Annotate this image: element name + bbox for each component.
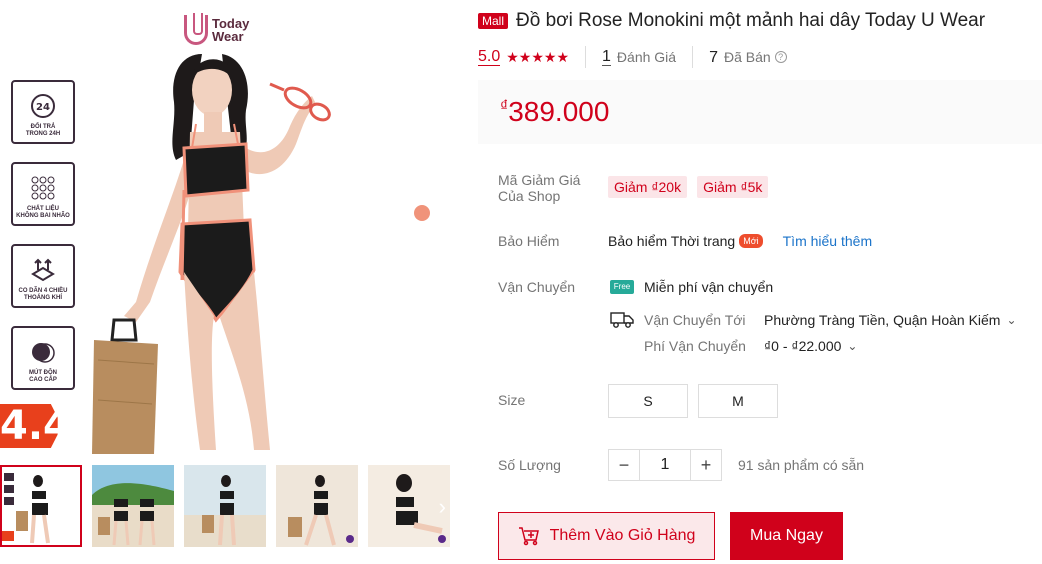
ship-fee-row: Phí Vận Chuyển ₫0 - ₫22.000 ⌄: [644, 338, 857, 354]
new-badge: Mới: [739, 234, 763, 248]
learn-more-link[interactable]: Tìm hiểu thêm: [783, 233, 872, 249]
ship-to-value[interactable]: Phường Tràng Tiền, Quận Hoàn Kiếm: [764, 312, 1000, 328]
badge-padding: MÚT ĐỘN CAO CẤP: [11, 326, 75, 390]
sold-label: Đã Bán: [723, 49, 771, 65]
ship-to-row: Vận Chuyển Tới Phường Tràng Tiền, Quận H…: [610, 311, 1017, 329]
price: ₫389.000: [500, 96, 610, 127]
free-shipping-icon: Free: [610, 280, 634, 294]
buy-now-button[interactable]: Mua Ngay: [730, 512, 843, 560]
main-product-image[interactable]: Today Wear 24 ĐỔI TRẢ TRONG 24H CHẤT LIỆ…: [0, 0, 450, 456]
reviews-label: Đánh Giá: [616, 49, 677, 65]
thumbnail-strip: ›: [0, 465, 450, 547]
thumbnail-3[interactable]: [184, 465, 266, 547]
product-title: Đồ bơi Rose Monokini một mảnh hai dây To…: [516, 10, 986, 31]
size-options: S M: [608, 384, 778, 418]
chevron-down-icon[interactable]: ⌄: [1006, 313, 1016, 327]
badge-stretch: CO DÃN 4 CHIỀU THOÁNG KHÍ: [11, 244, 75, 308]
promo-44-badge: 4.4: [0, 403, 71, 449]
title-row: Mall Đồ bơi Rose Monokini một mảnh hai d…: [478, 10, 985, 32]
size-option-m[interactable]: M: [698, 384, 778, 418]
price-box: ₫389.000: [478, 80, 1042, 144]
star-rating-icon: ★★★★★: [506, 48, 570, 65]
rating-value[interactable]: 5.0: [478, 48, 501, 66]
voucher-list: Giảm ₫20k Giảm ₫5k: [608, 176, 778, 198]
mall-badge: Mall: [478, 13, 509, 29]
fabric-texture-icon: [29, 174, 57, 202]
free-shipping-row: Free Miễn phí vận chuyển: [610, 279, 773, 295]
insurance-row: Bảo hiểm Thời trang Mới Tìm hiểu thêm: [608, 233, 872, 249]
free-shipping-text: Miễn phí vận chuyển: [644, 279, 774, 295]
size-label: Size: [498, 392, 526, 408]
stretch-arrows-icon: [29, 256, 57, 284]
badge-fabric: CHẤT LIỆU KHÔNG BAI NHÃO: [11, 162, 75, 226]
rating-row: 5.0 ★★★★★ 1 Đánh Giá 7 Đã Bán ?: [478, 46, 787, 68]
thumbnail-1[interactable]: [0, 465, 82, 547]
add-to-cart-button[interactable]: Thêm Vào Giỏ Hàng: [498, 512, 715, 560]
sold-count: 7: [709, 48, 718, 66]
quantity-input[interactable]: 1: [640, 449, 690, 481]
model-swimsuit-image: [92, 54, 331, 454]
insurance-name: Bảo hiểm Thời trang: [608, 233, 736, 249]
truck-icon: [610, 312, 634, 328]
insurance-label: Bảo Hiểm: [498, 233, 560, 249]
svg-text:24: 24: [36, 102, 50, 113]
padding-icon: [29, 338, 57, 366]
thumbnail-5[interactable]: ›: [368, 465, 450, 547]
image-hotspot-dot[interactable]: [414, 205, 430, 221]
ship-fee-label: Phí Vận Chuyển: [644, 338, 746, 354]
quantity-label: Số Lượng: [498, 457, 561, 473]
help-icon[interactable]: ?: [774, 51, 787, 63]
chevron-right-icon[interactable]: ›: [439, 496, 446, 518]
product-gallery: Today Wear 24 ĐỔI TRẢ TRONG 24H CHẤT LIỆ…: [0, 0, 450, 564]
ship-fee-value[interactable]: ₫0 - ₫22.000: [764, 338, 841, 354]
stock-text: 91 sản phẩm có sẵn: [738, 457, 865, 473]
thumbnail-4[interactable]: [276, 465, 358, 547]
voucher-20k[interactable]: Giảm ₫20k: [608, 176, 688, 198]
cart-icon: [518, 527, 539, 546]
reviews-count[interactable]: 1: [602, 48, 611, 66]
thumbnail-2[interactable]: [92, 465, 174, 547]
ship-to-label: Vận Chuyển Tới: [644, 312, 746, 328]
voucher-5k[interactable]: Giảm ₫5k: [697, 176, 769, 198]
shipping-label: Vận Chuyển: [498, 279, 576, 295]
quantity-stepper: − 1 + 91 sản phẩm có sẵn: [608, 449, 864, 481]
24h-return-icon: 24: [29, 92, 57, 120]
increase-button[interactable]: +: [690, 449, 722, 481]
badge-return-24h: 24 ĐỔI TRẢ TRONG 24H: [11, 80, 75, 144]
size-option-s[interactable]: S: [608, 384, 688, 418]
chevron-down-icon[interactable]: ⌄: [847, 339, 857, 353]
decrease-button[interactable]: −: [608, 449, 640, 481]
voucher-label: Mã Giảm Giá Của Shop: [498, 172, 581, 204]
